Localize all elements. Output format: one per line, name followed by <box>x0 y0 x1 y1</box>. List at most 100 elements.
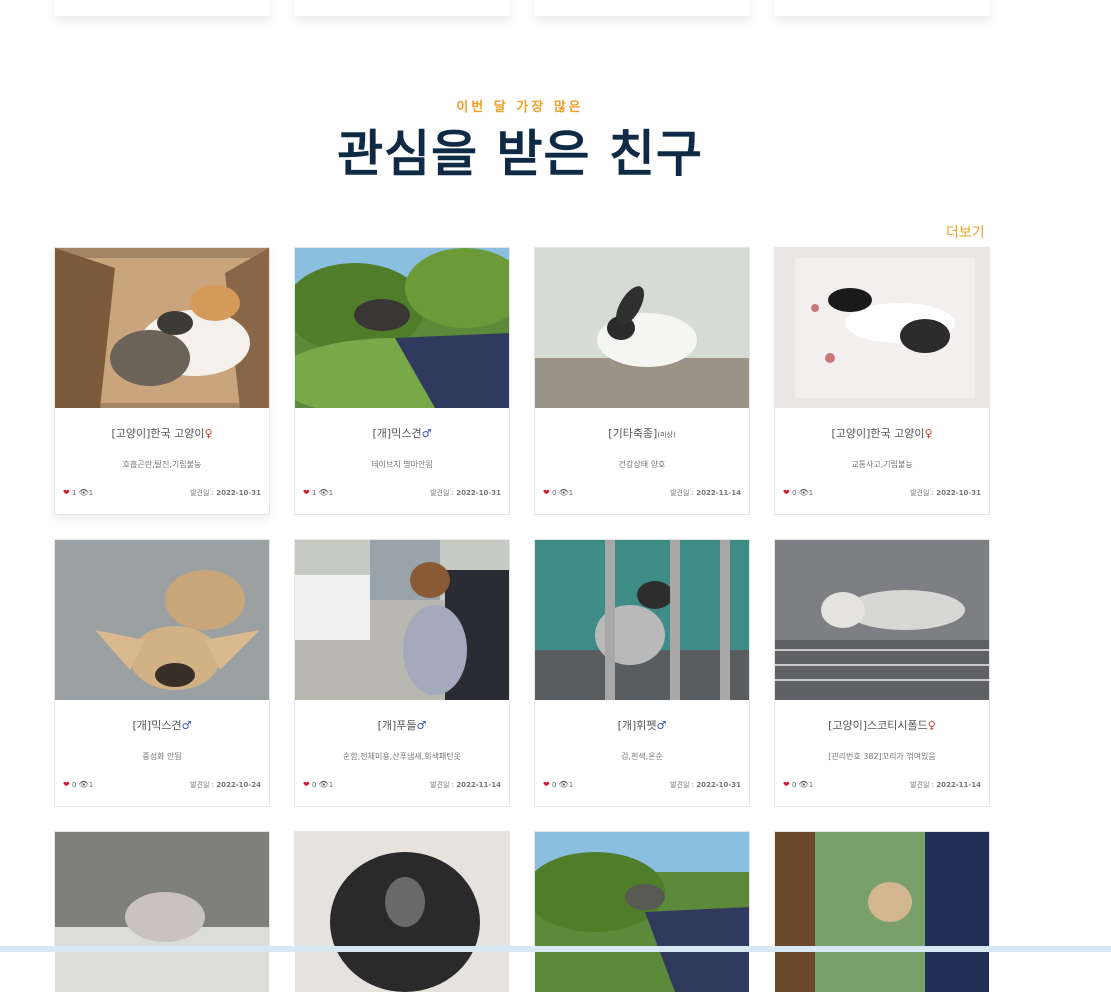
date-value: 2022-10-24 <box>216 781 261 789</box>
date-label: 발견일 : <box>430 781 454 789</box>
cat-box-image <box>55 248 269 408</box>
dog-hand-tree2-image <box>535 832 749 992</box>
view-count: 1 <box>808 781 814 789</box>
pet-stats: ❤ 0 👁1 <box>783 780 813 789</box>
pet-title: [고양이]한국 고양이♀ <box>775 425 989 441</box>
pet-title-text: [개]믹스견 <box>132 719 182 732</box>
pet-title: [기타축종](미상) <box>535 425 749 441</box>
pet-photo <box>535 832 749 992</box>
female-icon: ♀ <box>924 427 933 440</box>
pet-description: 교통사고,기립불능 <box>851 460 913 469</box>
date-label: 발견일 : <box>910 489 934 497</box>
view-count: 1 <box>568 781 574 789</box>
heart-icon[interactable]: ❤ <box>63 780 70 789</box>
male-icon: ♂ <box>421 427 432 440</box>
pet-photo <box>295 832 509 992</box>
heart-icon[interactable]: ❤ <box>543 488 550 497</box>
eye-icon: 👁 <box>558 780 569 789</box>
card-bottom-edge <box>54 0 270 16</box>
heart-icon[interactable]: ❤ <box>303 780 310 789</box>
eye-icon: 👁 <box>318 488 329 497</box>
pet-card[interactable]: [개]믹스견♂ 중성화 안됨 ❤ 0 👁1 발견일 : 2022-10-24 <box>54 539 270 807</box>
heart-icon[interactable]: ❤ <box>63 488 70 497</box>
pet-stats: ❤ 0 👁1 <box>543 488 573 497</box>
date-value: 2022-10-31 <box>696 781 741 789</box>
chihuahua-image <box>55 540 269 700</box>
like-count: 0 <box>791 489 797 497</box>
pet-card[interactable] <box>54 831 270 992</box>
dog-cage-image <box>775 832 989 992</box>
heart-icon[interactable]: ❤ <box>783 780 790 789</box>
pet-title: [고양이]스코티시폴드♀ <box>775 717 989 733</box>
eye-icon: 👁 <box>798 780 809 789</box>
pet-card[interactable]: [개]믹스견♂ 테이브지 명마안됨 ❤ 1 👁1 발견일 : 2022-10-3… <box>294 247 510 515</box>
pet-title-text: [기타축종] <box>608 427 658 440</box>
pet-stats: ❤ 1 👁1 <box>303 488 333 497</box>
heart-icon[interactable]: ❤ <box>543 780 550 789</box>
pet-card[interactable]: [개]휘펫♂ 검,흰색,온순 ❤ 0 👁1 발견일 : 2022-10-31 <box>534 539 750 807</box>
rabbit-image <box>535 248 749 408</box>
date-label: 발견일 : <box>190 489 214 497</box>
pet-title: [개]믹스견♂ <box>55 717 269 733</box>
section-eyebrow: 이번 달 가장 많은 <box>456 100 584 115</box>
eye-icon: 👁 <box>318 780 329 789</box>
like-count: 0 <box>791 781 797 789</box>
eye-icon: 👁 <box>558 488 569 497</box>
pet-stats: ❤ 0 👁1 <box>783 488 813 497</box>
pet-stats: ❤ 0 👁1 <box>303 780 333 789</box>
pet-card[interactable]: [고양이]한국 고양이♀ 교통사고,기립불능 ❤ 0 👁1 발견일 : 2022… <box>774 247 990 515</box>
pet-description: 순함,전체미용,산푸냄새,회색패턴옷 <box>342 752 462 761</box>
pet-description: 호흡곤란,탈진,기립불능 <box>122 460 202 469</box>
pet-description: 건강상태 양호 <box>618 460 666 469</box>
pet-card[interactable]: [고양이]한국 고양이♀ 호흡곤란,탈진,기립불능 ❤ 1 👁1 발견일 : 2… <box>54 247 270 515</box>
found-date: 발견일 : 2022-11-14 <box>430 780 501 790</box>
female-icon: ♀ <box>204 427 213 440</box>
date-value: 2022-11-14 <box>696 489 741 497</box>
male-icon: ♂ <box>416 719 427 732</box>
male-icon: ♂ <box>181 719 192 732</box>
pet-title-text: [개]휘펫 <box>617 719 657 732</box>
pet-description: 검,흰색,온순 <box>621 752 663 761</box>
pet-description: [관리번호 382]꼬리가 꺾여있음 <box>828 752 936 761</box>
card-bottom-edge <box>534 0 750 16</box>
pet-description: 테이브지 명마안됨 <box>371 460 433 469</box>
view-count: 1 <box>808 489 814 497</box>
like-count: 0 <box>551 489 557 497</box>
pet-card[interactable] <box>534 831 750 992</box>
kitten-gray-image <box>55 832 269 992</box>
pet-photo <box>55 540 269 700</box>
date-value: 2022-10-31 <box>456 489 501 497</box>
pet-photo <box>55 248 269 408</box>
pet-card[interactable]: [개]푸들♂ 순함,전체미용,산푸냄새,회색패턴옷 ❤ 0 👁1 발견일 : 2… <box>294 539 510 807</box>
heart-icon[interactable]: ❤ <box>303 488 310 497</box>
female-icon: ♀ <box>927 719 936 732</box>
pet-card[interactable] <box>774 831 990 992</box>
like-count: 1 <box>311 489 317 497</box>
pet-card[interactable]: [고양이]스코티시폴드♀ [관리번호 382]꼬리가 꺾여있음 ❤ 0 👁1 발… <box>774 539 990 807</box>
pet-photo <box>535 248 749 408</box>
found-date: 발견일 : 2022-11-14 <box>670 488 741 498</box>
like-count: 0 <box>71 781 77 789</box>
pet-stats: ❤ 0 👁1 <box>543 780 573 789</box>
puppy-black-image <box>295 832 509 992</box>
pet-title-text: [개]믹스견 <box>372 427 422 440</box>
pet-card[interactable] <box>294 831 510 992</box>
found-date: 발견일 : 2022-10-31 <box>190 488 261 498</box>
date-value: 2022-11-14 <box>936 781 981 789</box>
pet-photo <box>775 540 989 700</box>
pet-title: [고양이]한국 고양이♀ <box>55 425 269 441</box>
pet-title-suffix: (미상) <box>657 431 676 439</box>
whippet-image <box>535 540 749 700</box>
pet-photo <box>295 540 509 700</box>
like-count: 0 <box>311 781 317 789</box>
date-value: 2022-10-31 <box>216 489 261 497</box>
pet-card[interactable]: [기타축종](미상) 건강상태 양호 ❤ 0 👁1 발견일 : 2022-11-… <box>534 247 750 515</box>
found-date: 발견일 : 2022-11-14 <box>910 780 981 790</box>
pet-title-text: [고양이]스코티시폴드 <box>828 719 928 732</box>
pet-photo <box>295 248 509 408</box>
more-link[interactable]: 더보기 <box>946 222 985 242</box>
pet-photo <box>775 832 989 992</box>
card-bottom-edge <box>774 0 990 16</box>
view-count: 1 <box>88 781 94 789</box>
heart-icon[interactable]: ❤ <box>783 488 790 497</box>
